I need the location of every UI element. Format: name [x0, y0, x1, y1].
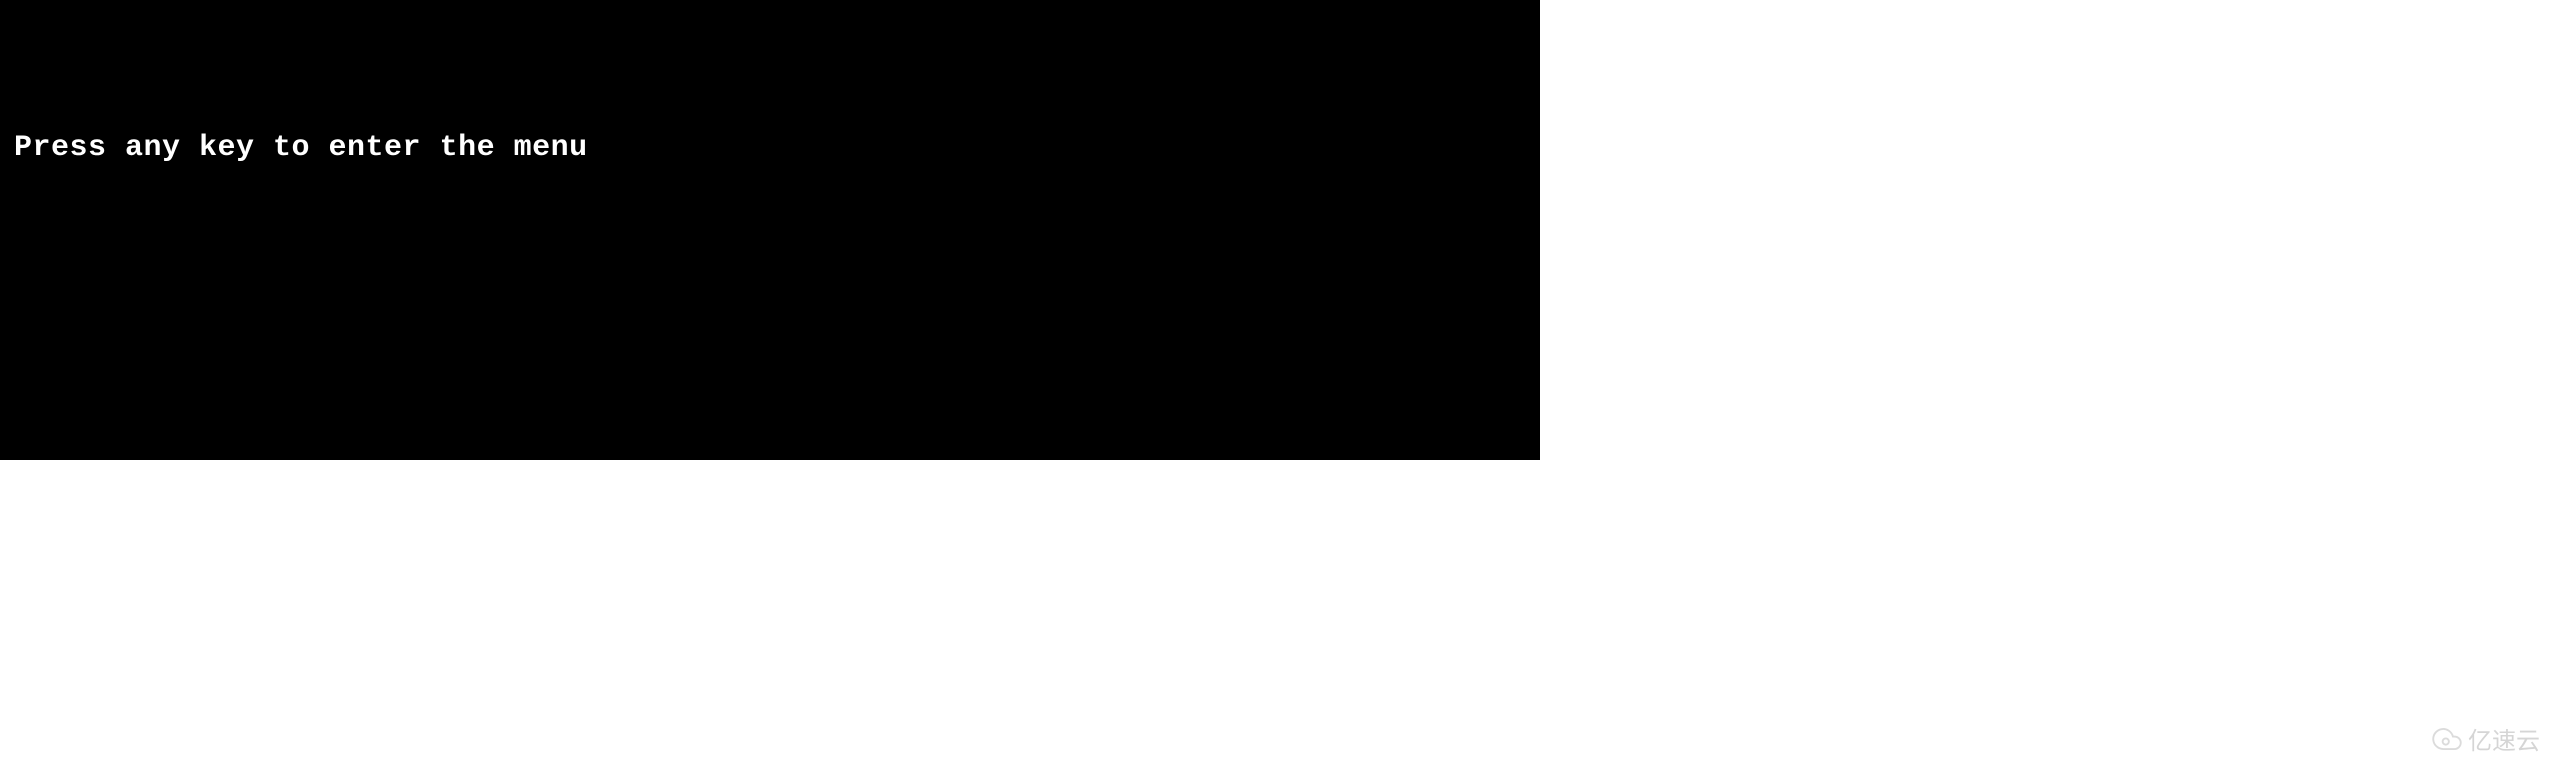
menu-prompt-line: Press any key to enter the menu — [14, 120, 1526, 177]
cursor-block-icon — [1050, 472, 1068, 504]
blank-line — [14, 291, 1526, 348]
boot-text: Booting CentOS 6 (2.6.32-754.el6.x86_64)… — [14, 473, 1050, 507]
boot-countdown-line: Booting CentOS 6 (2.6.32-754.el6.x86_64)… — [14, 462, 1526, 519]
cloud-icon — [2432, 724, 2462, 754]
watermark-text: 亿速云 — [2468, 721, 2540, 756]
watermark: 亿速云 — [2432, 721, 2540, 756]
grub-boot-terminal[interactable]: Press any key to enter the menu Booting … — [0, 0, 1540, 460]
